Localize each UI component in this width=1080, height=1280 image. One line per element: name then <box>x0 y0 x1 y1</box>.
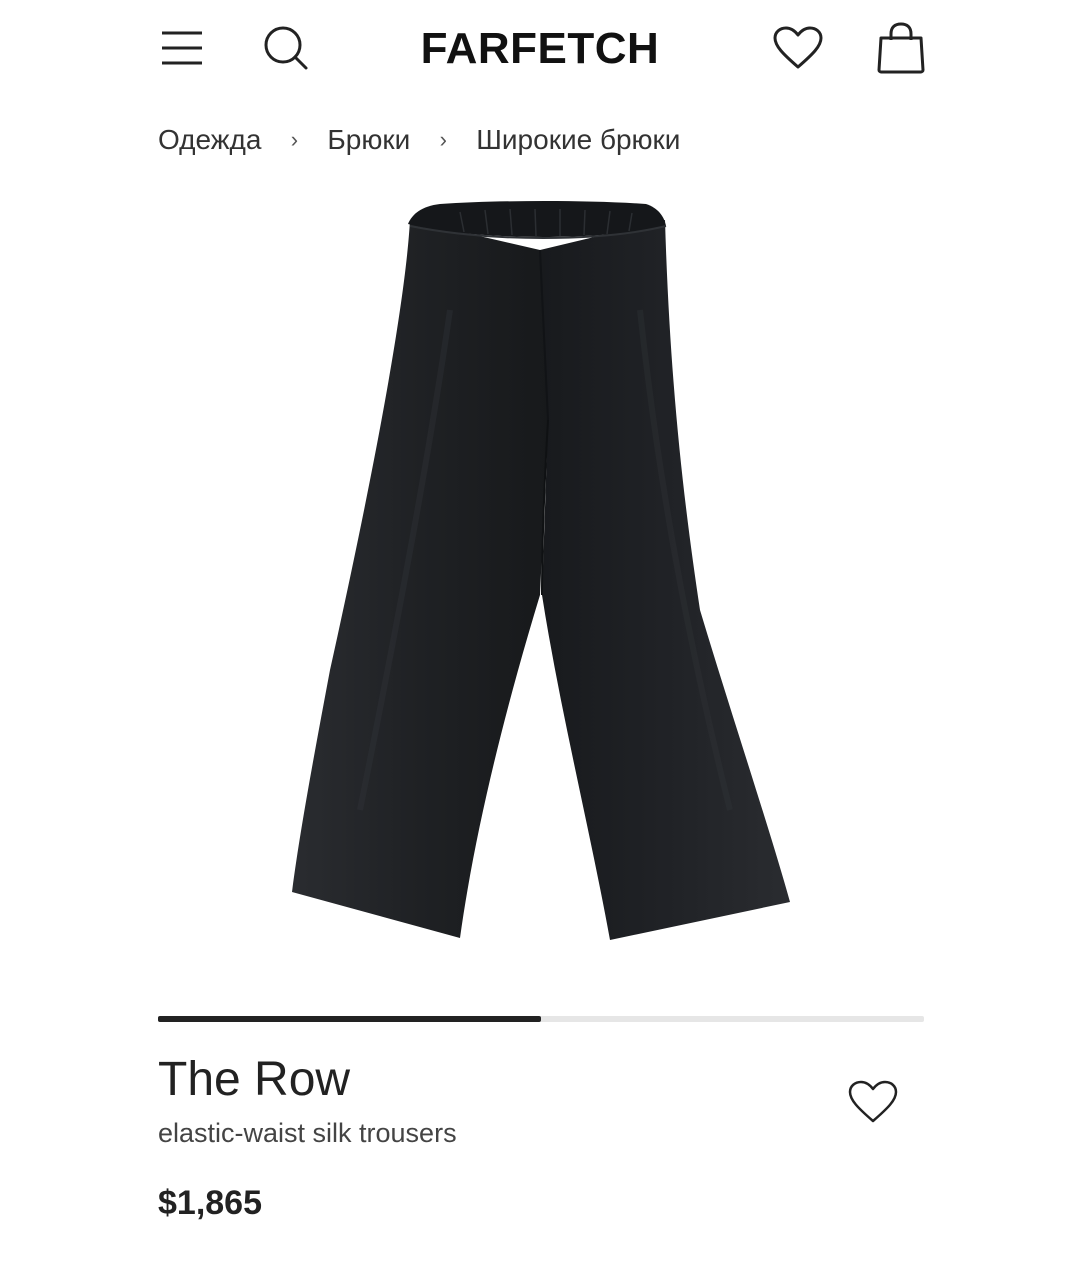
breadcrumb: Одежда › Брюки › Широкие брюки <box>158 118 680 162</box>
shopping-bag-button[interactable] <box>868 18 934 78</box>
breadcrumb-item-clothing[interactable]: Одежда <box>158 124 261 156</box>
gallery-progress-bar[interactable] <box>158 1016 924 1022</box>
product-price: $1,865 <box>158 1184 262 1222</box>
chevron-right-icon: › <box>439 127 447 152</box>
shopping-bag-icon <box>877 22 925 74</box>
add-to-wishlist-button[interactable] <box>840 1072 906 1132</box>
heart-icon <box>773 26 823 69</box>
chevron-right-icon: › <box>290 127 299 152</box>
gallery-progress-fill <box>158 1016 541 1022</box>
trousers-illustration <box>292 201 790 940</box>
menu-icon <box>162 31 202 65</box>
product-brand[interactable]: The Row <box>158 1052 350 1107</box>
breadcrumb-item-trousers[interactable]: Брюки <box>327 124 410 156</box>
search-button[interactable] <box>254 20 318 76</box>
menu-button[interactable] <box>150 20 214 76</box>
wishlist-button[interactable] <box>766 20 830 76</box>
breadcrumb-item-wide-trousers[interactable]: Широкие брюки <box>476 124 680 156</box>
search-icon <box>264 26 308 70</box>
heart-icon <box>848 1080 898 1123</box>
product-description: elastic-waist silk trousers <box>158 1118 457 1148</box>
farfetch-logo[interactable]: FARFETCH <box>380 24 700 74</box>
product-image[interactable] <box>260 190 820 960</box>
